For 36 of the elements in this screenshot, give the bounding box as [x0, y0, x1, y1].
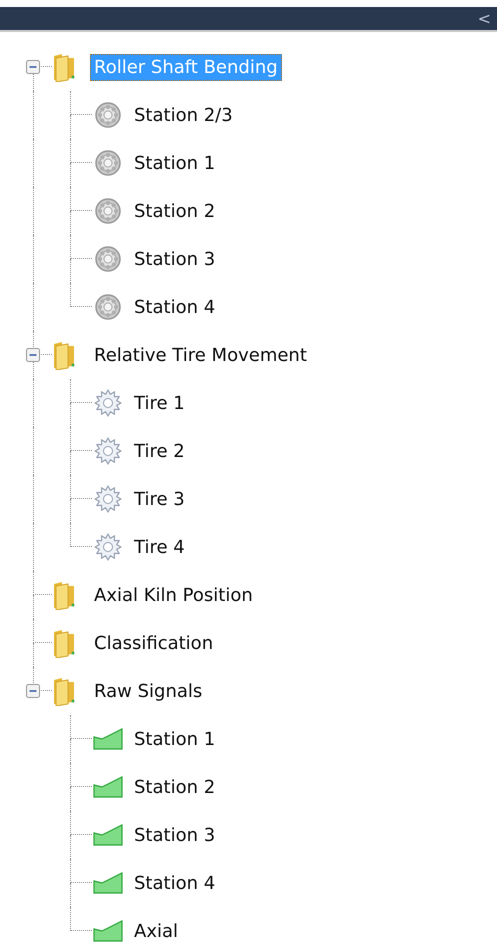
signal-icon — [92, 775, 124, 799]
bearing-icon — [94, 101, 122, 129]
bearing-icon — [94, 293, 122, 321]
gear-icon — [94, 437, 122, 465]
collapse-toggle-icon[interactable] — [26, 60, 40, 74]
tree-item-label[interactable]: Station 4 — [130, 870, 220, 896]
tree-item-label[interactable]: Station 1 — [130, 150, 220, 176]
signal-icon — [92, 727, 124, 751]
collapse-panel-button[interactable]: < — [478, 10, 491, 26]
tree-item-label[interactable]: Raw Signals — [90, 678, 206, 704]
tree-item-label[interactable]: Station 2 — [130, 774, 220, 800]
gear-icon — [94, 485, 122, 513]
tree-item-label[interactable]: Station 2 — [130, 198, 220, 224]
gear-icon — [94, 389, 122, 417]
tree-item-label[interactable]: Tire 1 — [130, 390, 189, 416]
tree-item-label[interactable]: Tire 4 — [130, 534, 189, 560]
tree-item-label[interactable]: Relative Tire Movement — [90, 342, 311, 368]
tree-item-label[interactable]: Axial Kiln Position — [90, 582, 257, 608]
signal-icon — [92, 919, 124, 943]
tree-item-label[interactable]: Station 1 — [130, 726, 220, 752]
signal-icon — [92, 871, 124, 895]
bearing-icon — [94, 245, 122, 273]
tree-item-label[interactable]: Axial — [130, 918, 182, 944]
tree-item-label[interactable]: Tire 3 — [130, 486, 189, 512]
collapse-toggle-icon[interactable] — [26, 684, 40, 698]
bearing-icon — [94, 149, 122, 177]
signal-icon — [92, 823, 124, 847]
tree-item-label[interactable]: Station 2/3 — [130, 102, 237, 128]
tree-item-label[interactable]: Tire 2 — [130, 438, 189, 464]
bearing-icon — [94, 197, 122, 225]
gear-icon — [94, 533, 122, 561]
tree-item-label[interactable]: Station 4 — [130, 294, 220, 320]
tree-item-label[interactable]: Station 3 — [130, 246, 220, 272]
collapse-toggle-icon[interactable] — [26, 348, 40, 362]
tree-item-label[interactable]: Classification — [90, 630, 218, 656]
tree-item-label[interactable]: Station 3 — [130, 822, 220, 848]
